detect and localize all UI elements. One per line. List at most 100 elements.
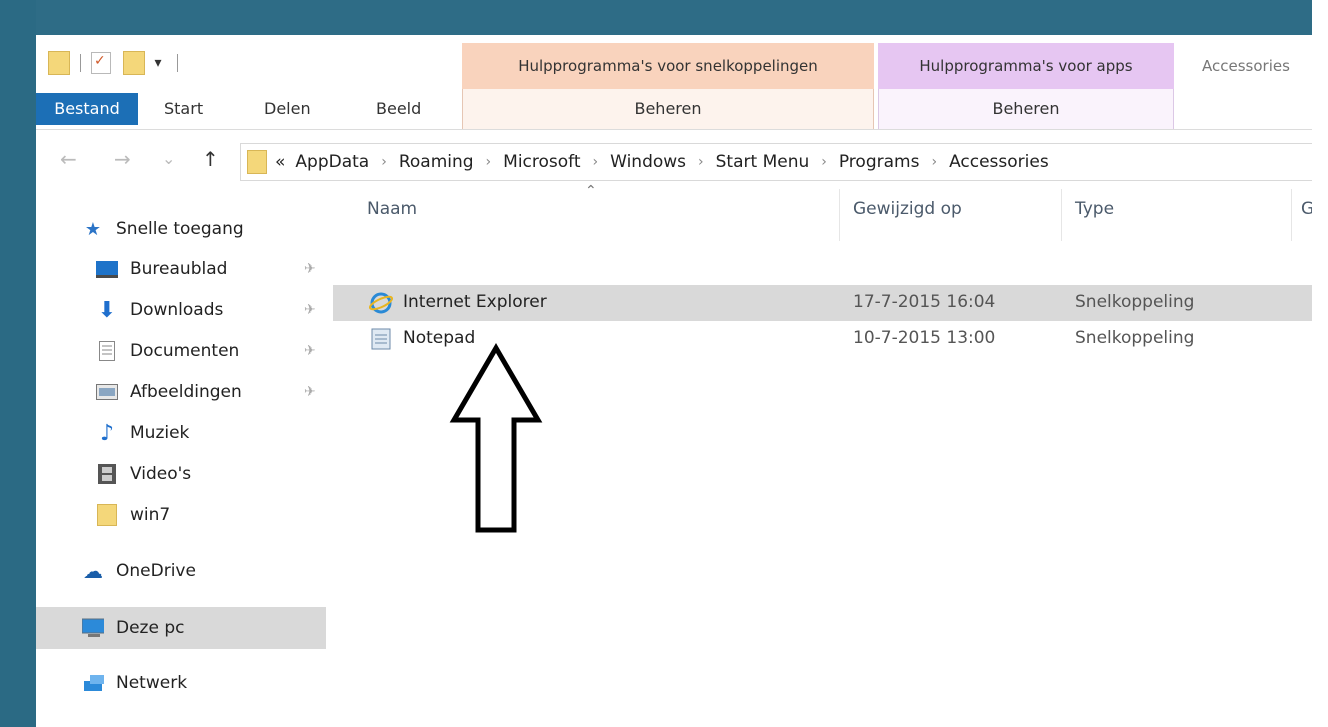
tab-view[interactable]: Beeld [376, 93, 421, 125]
sidebar-item-label: Bureaublad [130, 259, 228, 279]
network-icon [82, 673, 104, 693]
quick-access-toolbar: ▾ [48, 49, 184, 77]
window-frame-top [0, 0, 1328, 35]
star-icon: ★ [84, 218, 102, 240]
breadcrumb-overflow[interactable]: « [275, 152, 285, 172]
sidebar-item-label: Afbeeldingen [130, 382, 242, 402]
cloud-icon: ☁ [83, 559, 103, 583]
breadcrumb-programs[interactable]: Programs [839, 152, 920, 172]
breadcrumb-roaming[interactable]: Roaming [399, 152, 474, 172]
document-icon [96, 341, 118, 361]
column-header-size[interactable]: G [1301, 199, 1312, 219]
column-divider[interactable] [1061, 189, 1062, 241]
recent-locations-button[interactable]: ⌄ [162, 149, 175, 168]
app-tools-header: Hulpprogramma's voor apps [878, 43, 1174, 89]
new-folder-icon[interactable] [123, 51, 145, 75]
sidebar-item-label: Downloads [130, 300, 224, 320]
download-icon: ⬇ [97, 297, 117, 323]
breadcrumb: « AppData › Roaming › Microsoft › Window… [275, 152, 1049, 172]
sidebar-item-network[interactable]: Netwerk [82, 665, 187, 701]
window-frame-right [1312, 0, 1328, 727]
chevron-right-icon[interactable]: › [486, 154, 492, 170]
file-type: Snelkoppeling [1075, 292, 1195, 312]
chevron-right-icon[interactable]: › [821, 154, 827, 170]
desktop-icon [96, 259, 118, 279]
up-button[interactable]: ↑ [202, 147, 219, 171]
sidebar-item-videos[interactable]: Video's [96, 456, 191, 492]
file-name[interactable]: Internet Explorer [403, 292, 547, 312]
internet-explorer-icon [368, 291, 394, 315]
navigation-bar: ← → ⌄ ↑ « AppData › Roaming › Microsoft … [36, 139, 1312, 183]
pin-icon[interactable]: ✈ [304, 384, 316, 400]
sidebar-item-documents[interactable]: Documenten [96, 333, 239, 369]
toolbar-separator [80, 54, 81, 72]
app-tools-tab-area: Beheren [878, 89, 1174, 129]
tab-share[interactable]: Delen [264, 93, 311, 125]
sidebar-item-desktop[interactable]: Bureaublad [96, 251, 227, 287]
sidebar-item-downloads[interactable]: ⬇ Downloads [96, 292, 224, 328]
shortcut-tools-header: Hulpprogramma's voor snelkoppelingen [462, 43, 874, 89]
video-icon [96, 464, 118, 484]
file-modified: 10-7-2015 13:00 [853, 328, 996, 348]
sidebar-item-label: Snelle toegang [116, 219, 244, 239]
forward-button[interactable]: → [114, 147, 131, 171]
pin-icon[interactable]: ✈ [304, 261, 316, 277]
chevron-right-icon[interactable]: › [593, 154, 599, 170]
file-explorer-window: ▾ Hulpprogramma's voor snelkoppelingen H… [36, 35, 1312, 727]
shortcut-tools-tab-area: Beheren [462, 89, 874, 129]
sidebar-item-this-pc[interactable]: Deze pc [82, 610, 184, 646]
notepad-icon [369, 327, 393, 351]
column-header-modified[interactable]: Gewijzigd op [853, 199, 962, 219]
column-header-type[interactable]: Type [1075, 199, 1114, 219]
sort-ascending-icon: ⌃ [585, 183, 597, 199]
sidebar-item-quick-access[interactable]: ★ Snelle toegang [82, 211, 244, 247]
file-row[interactable]: Internet Explorer 17-7-2015 16:04 Snelko… [333, 285, 1312, 321]
column-divider[interactable] [1291, 189, 1292, 241]
breadcrumb-windows[interactable]: Windows [610, 152, 686, 172]
breadcrumb-appdata[interactable]: AppData [295, 152, 369, 172]
ribbon-tabs: Bestand Start Delen Beeld Beheren Behere… [36, 89, 1312, 130]
pictures-icon [96, 382, 118, 402]
navigation-pane: ★ Snelle toegang Bureaublad ✈ ⬇ Download… [36, 185, 332, 727]
tab-manage-app[interactable]: Beheren [879, 93, 1173, 125]
breadcrumb-microsoft[interactable]: Microsoft [503, 152, 580, 172]
sidebar-item-label: win7 [130, 505, 171, 525]
sidebar-item-label: Muziek [130, 423, 190, 443]
folder-icon [96, 504, 118, 526]
toolbar-separator [177, 54, 178, 72]
customize-toolbar-dropdown[interactable]: ▾ [149, 55, 167, 71]
folder-icon[interactable] [48, 51, 70, 75]
column-divider[interactable] [839, 189, 840, 241]
sidebar-item-label: Netwerk [116, 673, 188, 693]
sidebar-item-label: Video's [130, 464, 192, 484]
sidebar-item-label: Deze pc [116, 618, 185, 638]
sidebar-item-pictures[interactable]: Afbeeldingen [96, 374, 242, 410]
address-bar[interactable]: « AppData › Roaming › Microsoft › Window… [240, 143, 1312, 181]
annotation-arrow-icon [449, 343, 543, 533]
back-button[interactable]: ← [60, 147, 77, 171]
column-header-name[interactable]: Naam [367, 199, 417, 219]
sidebar-item-music[interactable]: ♪ Muziek [96, 415, 189, 451]
pin-icon[interactable]: ✈ [304, 302, 316, 318]
sidebar-item-label: Documenten [130, 341, 240, 361]
folder-icon [247, 150, 267, 174]
breadcrumb-accessories[interactable]: Accessories [949, 152, 1049, 172]
tab-manage-shortcut[interactable]: Beheren [463, 93, 873, 125]
computer-icon [82, 618, 104, 638]
tab-file[interactable]: Bestand [36, 93, 138, 125]
window-title: Accessories [1176, 43, 1312, 89]
chevron-right-icon[interactable]: › [931, 154, 937, 170]
chevron-right-icon[interactable]: › [698, 154, 704, 170]
chevron-right-icon[interactable]: › [381, 154, 387, 170]
file-modified: 17-7-2015 16:04 [853, 292, 996, 312]
properties-icon[interactable] [91, 52, 111, 74]
sidebar-item-onedrive[interactable]: ☁ OneDrive [82, 553, 196, 589]
tab-home[interactable]: Start [164, 93, 203, 125]
file-type: Snelkoppeling [1075, 328, 1195, 348]
window-frame-left [0, 0, 36, 727]
sidebar-item-label: OneDrive [116, 561, 196, 581]
sidebar-item-win7[interactable]: win7 [96, 497, 170, 533]
breadcrumb-start-menu[interactable]: Start Menu [716, 152, 810, 172]
music-icon: ♪ [99, 420, 115, 446]
pin-icon[interactable]: ✈ [304, 343, 316, 359]
